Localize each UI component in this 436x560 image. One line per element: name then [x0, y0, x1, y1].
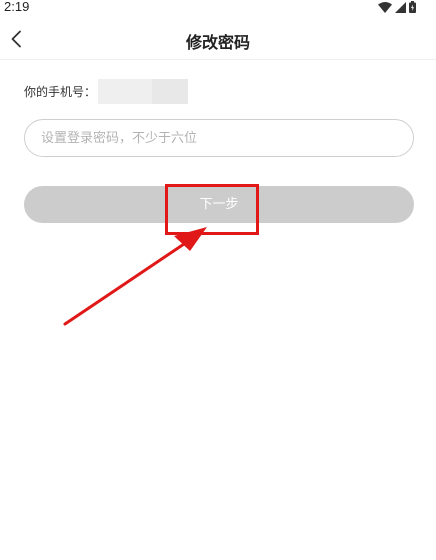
phone-number-label: 你的手机号：	[24, 85, 97, 99]
wifi-icon	[378, 1, 392, 13]
cellular-signal-icon	[395, 1, 406, 13]
status-bar: 2:19	[0, 0, 436, 16]
status-icons	[378, 1, 416, 13]
password-input[interactable]	[24, 119, 414, 157]
page-title: 修改密码	[185, 33, 250, 52]
phone-number-value-redacted	[98, 79, 189, 104]
battery-icon	[409, 1, 416, 13]
status-time: 2:19	[4, 0, 30, 14]
app-header: 修改密码	[0, 18, 436, 60]
annotation-highlight-box	[165, 184, 259, 235]
phone-number-row: 你的手机号：	[24, 79, 189, 104]
